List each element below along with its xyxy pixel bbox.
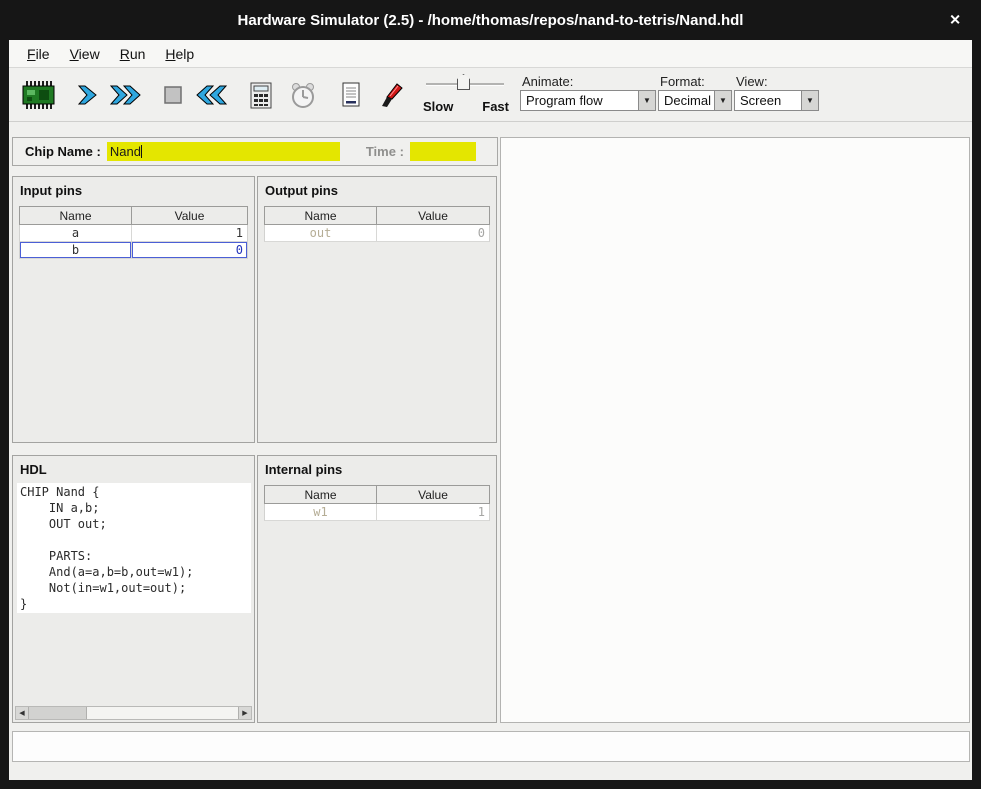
- name-column-header: Name: [264, 206, 376, 225]
- scroll-left-icon[interactable]: ◀: [16, 707, 29, 719]
- hdl-panel: HDL CHIP Nand { IN a,b; OUT out; PARTS: …: [12, 455, 255, 723]
- value-column-header: Value: [376, 485, 490, 504]
- time-field[interactable]: [410, 142, 476, 161]
- name-column-header: Name: [264, 485, 376, 504]
- format-label: Format:: [660, 74, 705, 89]
- chevron-down-icon[interactable]: ▼: [801, 91, 818, 110]
- chip-name-text: Nand: [110, 144, 141, 159]
- view-script-button[interactable]: [330, 74, 372, 116]
- title-bar: Hardware Simulator (2.5) - /home/thomas/…: [0, 0, 981, 40]
- pin-name-cell: w1: [265, 504, 377, 520]
- table-header: Name Value: [264, 206, 490, 225]
- menu-run[interactable]: Run: [110, 46, 156, 62]
- stop-button[interactable]: [152, 74, 194, 116]
- hdl-code[interactable]: CHIP Nand { IN a,b; OUT out; PARTS: And(…: [17, 483, 251, 613]
- value-column-header: Value: [131, 206, 248, 225]
- internal-pins-title: Internal pins: [258, 456, 496, 480]
- run-icon: [108, 82, 144, 108]
- output-pins-title: Output pins: [258, 177, 496, 201]
- text-caret: [141, 145, 142, 158]
- view-select[interactable]: Screen ▼: [734, 90, 819, 111]
- output-pins-panel: Output pins Name Value out 0: [257, 176, 497, 443]
- internal-pins-table: Name Value w1 1: [264, 485, 490, 521]
- pin-name-cell: a: [20, 225, 132, 241]
- pin-row-out: out 0: [264, 225, 490, 242]
- pin-row-w1: w1 1: [264, 504, 490, 521]
- pin-value-cell: 1: [377, 504, 489, 520]
- screen-view-panel: [500, 137, 970, 723]
- clock-icon: [289, 80, 317, 110]
- pin-value-cell[interactable]: 0: [132, 242, 247, 258]
- script-icon: [339, 80, 363, 110]
- evaluate-button[interactable]: [240, 74, 282, 116]
- pin-name-cell: out: [265, 225, 377, 241]
- input-pins-table: Name Value a 1 b 0: [19, 206, 248, 259]
- menu-file[interactable]: File: [17, 46, 60, 62]
- single-step-icon: [73, 82, 99, 108]
- animate-value: Program flow: [521, 91, 638, 110]
- internal-pins-panel: Internal pins Name Value w1 1: [257, 455, 497, 723]
- animate-select[interactable]: Program flow ▼: [520, 90, 656, 111]
- reset-button[interactable]: [190, 74, 232, 116]
- table-header: Name Value: [264, 485, 490, 504]
- run-button[interactable]: [105, 74, 147, 116]
- view-label: View:: [736, 74, 768, 89]
- calculator-icon: [248, 80, 274, 110]
- single-step-button[interactable]: [65, 74, 107, 116]
- slider-slow-label: Slow: [423, 99, 453, 114]
- slider-thumb[interactable]: [457, 74, 470, 90]
- animation-speed-slider: Slow Fast: [421, 72, 509, 118]
- clock-ticktock-button[interactable]: [282, 74, 324, 116]
- value-column-header: Value: [376, 206, 490, 225]
- menu-bar: File View Run Help: [9, 40, 972, 68]
- slider-fast-label: Fast: [482, 99, 509, 114]
- time-label: Time :: [366, 144, 404, 159]
- pin-value-cell: 0: [377, 225, 489, 241]
- animate-label: Animate:: [522, 74, 573, 89]
- load-chip-button[interactable]: [17, 74, 59, 116]
- window-content: File View Run Help: [9, 40, 972, 780]
- menu-help[interactable]: Help: [155, 46, 204, 62]
- chip-name-field[interactable]: Nand: [107, 142, 340, 161]
- scrollbar-thumb[interactable]: [29, 707, 87, 719]
- format-value: Decimal: [659, 91, 714, 110]
- pin-row-b: b 0: [19, 242, 248, 259]
- scroll-right-icon[interactable]: ▶: [238, 707, 251, 719]
- chevron-down-icon[interactable]: ▼: [638, 91, 655, 110]
- toolbar: Slow Fast Animate: Program flow ▼ Format…: [9, 68, 972, 122]
- name-column-header: Name: [19, 206, 131, 225]
- chevron-down-icon[interactable]: ▼: [714, 91, 731, 110]
- pin-row-a: a 1: [19, 225, 248, 242]
- format-select[interactable]: Decimal ▼: [658, 90, 732, 111]
- table-header: Name Value: [19, 206, 248, 225]
- pin-name-cell: b: [20, 242, 132, 258]
- clear-pins-button[interactable]: [368, 74, 410, 116]
- stop-icon: [162, 84, 184, 106]
- menu-view[interactable]: View: [60, 46, 110, 62]
- hdl-horizontal-scrollbar: ◀ ▶: [15, 706, 252, 720]
- pin-value-cell[interactable]: 1: [132, 225, 247, 241]
- input-pins-panel: Input pins Name Value a 1 b 0: [12, 176, 255, 443]
- hdl-title: HDL: [13, 456, 254, 480]
- output-pins-table: Name Value out 0: [264, 206, 490, 242]
- view-value: Screen: [735, 91, 801, 110]
- window-title: Hardware Simulator (2.5) - /home/thomas/…: [238, 12, 744, 29]
- rewind-icon: [193, 82, 229, 108]
- chip-icon: [20, 80, 56, 110]
- close-icon[interactable]: ✕: [949, 12, 961, 29]
- chip-header-panel: Chip Name : Nand Time :: [12, 137, 498, 166]
- chip-name-label: Chip Name :: [25, 144, 101, 159]
- status-bar: [12, 731, 970, 762]
- input-pins-title: Input pins: [13, 177, 254, 201]
- eraser-brush-icon: [374, 80, 404, 110]
